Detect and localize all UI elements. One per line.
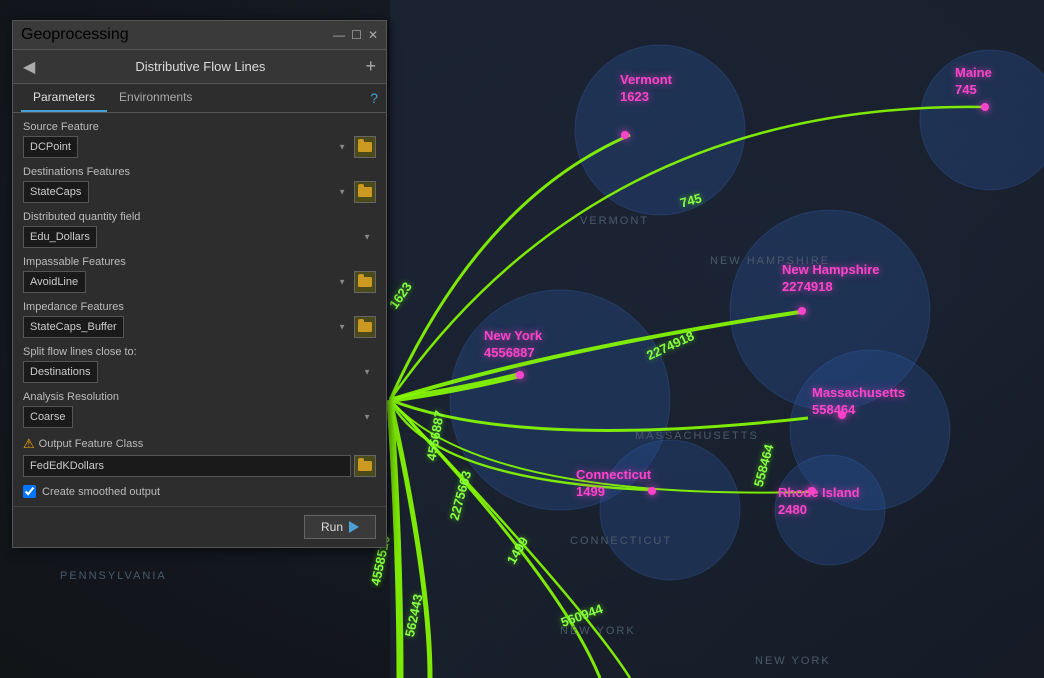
panel-nav: ◀ Distributive Flow Lines + [13,50,386,84]
city-dot-new-york [516,371,524,379]
impassable-features-select[interactable]: AvoidLine [23,271,86,293]
analysis-resolution-select[interactable]: Coarse [23,406,73,428]
panel-tabs: Parameters Environments ? [13,84,386,113]
state-label-new-york-right: NEW YORK [755,655,831,667]
panel-title: Geoprocessing [21,26,129,44]
city-label-new-hampshire: New Hampshire2274918 [782,262,880,296]
folder-icon-4 [358,322,372,332]
folder-icon-3 [358,277,372,287]
source-feature-label: Source Feature [23,121,376,133]
geoprocessing-panel: Geoprocessing — ☐ ✕ ◀ Distributive Flow … [12,20,387,548]
impedance-features-folder-btn[interactable] [354,316,376,338]
run-triangle-icon [349,521,359,533]
add-icon[interactable]: + [365,56,376,77]
city-label-maine: Maine745 [955,65,992,99]
tab-environments[interactable]: Environments [107,84,204,112]
state-label-pennsylvania: PENNSYLVANIA [60,570,167,582]
smoothed-output-row: Create smoothed output [23,485,376,498]
split-flow-group: Split flow lines close to: Destinations [23,346,376,383]
state-label-massachusetts: MASSACHUSETTS [635,430,759,442]
help-icon[interactable]: ? [370,90,378,106]
warning-icon: ⚠ [23,436,35,452]
analysis-resolution-group: Analysis Resolution Coarse [23,391,376,428]
back-arrow-icon[interactable]: ◀ [23,57,35,77]
city-label-vermont: Vermont1623 [620,72,672,106]
output-feature-label-row: ⚠ Output Feature Class [23,436,376,452]
restore-icon[interactable]: ☐ [351,28,362,42]
minimize-icon[interactable]: — [333,28,345,42]
source-feature-select[interactable]: DCPoint [23,136,78,158]
impedance-features-group: Impedance Features StateCaps_Buffer [23,301,376,338]
panel-title-bar: Geoprocessing — ☐ ✕ [13,21,386,50]
smoothed-output-label: Create smoothed output [42,486,160,498]
analysis-resolution-label: Analysis Resolution [23,391,376,403]
run-label: Run [321,520,343,534]
smoothed-output-checkbox[interactable] [23,485,36,498]
city-label-massachusetts: Massachusetts558464 [812,385,905,419]
impassable-features-folder-btn[interactable] [354,271,376,293]
impedance-features-label: Impedance Features [23,301,376,313]
destinations-features-folder-btn[interactable] [354,181,376,203]
state-label-vermont: VERMONT [580,215,649,227]
city-dot-new-hampshire [798,307,806,315]
split-flow-label: Split flow lines close to: [23,346,376,358]
source-feature-group: Source Feature DCPoint [23,121,376,158]
impassable-features-group: Impassable Features AvoidLine [23,256,376,293]
distributed-quantity-label: Distributed quantity field [23,211,376,223]
city-label-connecticut: Connecticut1499 [576,467,651,501]
output-feature-label: Output Feature Class [39,438,144,450]
panel-footer: Run [13,506,386,547]
city-dot-vermont [621,131,629,139]
city-label-new-york: New York4556887 [484,328,542,362]
close-icon[interactable]: ✕ [368,28,378,42]
destinations-features-select[interactable]: StateCaps [23,181,89,203]
folder-icon [358,142,372,152]
destinations-features-group: Destinations Features StateCaps [23,166,376,203]
city-label-rhode-island: Rhode Island2480 [778,485,860,519]
folder-icon-5 [358,461,372,471]
panel-subtitle: Distributive Flow Lines [35,59,365,74]
state-label-connecticut: CONNECTICUT [570,535,672,547]
panel-body: Source Feature DCPoint Destinations Feat… [13,113,386,506]
source-feature-folder-btn[interactable] [354,136,376,158]
run-button[interactable]: Run [304,515,376,539]
impedance-features-select[interactable]: StateCaps_Buffer [23,316,124,338]
impassable-features-label: Impassable Features [23,256,376,268]
tab-parameters[interactable]: Parameters [21,84,107,112]
output-feature-group: ⚠ Output Feature Class [23,436,376,477]
output-feature-folder-btn[interactable] [354,455,376,477]
distributed-quantity-group: Distributed quantity field Edu_Dollars [23,211,376,248]
destinations-features-label: Destinations Features [23,166,376,178]
distributed-quantity-select[interactable]: Edu_Dollars [23,226,97,248]
split-flow-select[interactable]: Destinations [23,361,98,383]
city-dot-maine [981,103,989,111]
output-feature-input[interactable] [23,455,351,477]
folder-icon-2 [358,187,372,197]
